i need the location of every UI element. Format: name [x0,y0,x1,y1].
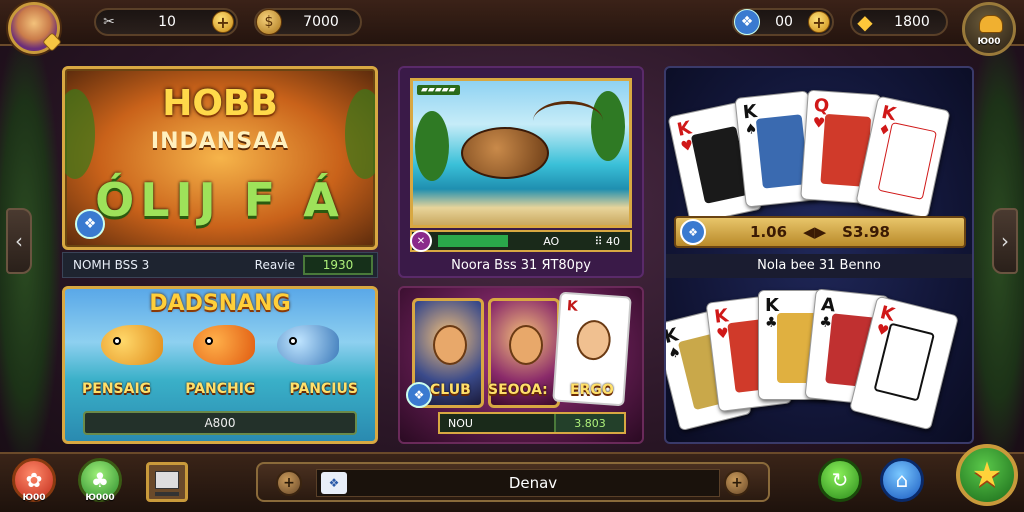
search-value: Denav [508,474,558,492]
scroll-right-button[interactable]: › [992,208,1018,274]
add-right-button[interactable]: + [724,470,750,496]
currency-coin-pill: $ 7000 [254,8,362,36]
bottom-button-green[interactable]: ♣ Ю000 [78,458,122,503]
palm-tree-icon [415,111,449,181]
game-tile-hobb[interactable]: HOBB INDANSAA ÓLIJ F Á ❖ [62,66,378,250]
progress-fill [438,235,508,247]
currency-wrench-pill: ✂ 10 + [94,8,238,36]
scroll-left-button[interactable]: ‹ [6,208,32,274]
game-footer: A800 [83,411,357,435]
star-icon: ★ [971,455,1003,495]
bottom-button-red[interactable]: ✿ Ю00 [12,458,56,503]
currency-gold-value: 1800 [894,14,930,30]
settings-button[interactable]: Ю00 [962,2,1016,56]
game-info-bar-hobb: NOMH BSS 3 Reavie 1930 [62,252,378,278]
footer-value: 3.803 [554,414,624,432]
gold-icon: ◆ [857,10,873,34]
bottom-button-green-label: Ю000 [85,493,115,503]
card-label-1: CLUB [430,382,471,398]
window-icon: ❖ [321,472,347,494]
island-scene: ▰▰▰▰▰ [410,78,632,228]
card-rank: K [765,295,779,316]
game-title-line3: ÓLIJ F Á [95,173,345,227]
footer-left: NOU [448,416,473,430]
bar-left: 1.06 [750,223,788,241]
stat-mid: AO [543,234,560,248]
currency-wrench-value: 10 [158,14,176,30]
fish-name-2: PANCHIG [185,381,256,397]
chest-icon: ✿ [25,468,43,492]
fish-name-1: PENSAIG [82,381,152,397]
game-info-mid: Reavie [254,258,295,272]
badge-icon: ✕ [410,230,432,252]
game-info-value: 1930 [303,255,373,275]
add-gem-button[interactable]: + [808,11,830,33]
refresh-button[interactable]: ↻ [818,458,862,502]
gem-badge-icon: ❖ [406,382,432,408]
settings-label: Ю00 [977,37,1001,47]
fish-icon [277,325,339,365]
horn-icon [461,127,549,179]
island-stat-bar: ✕ AO ⠿ 40 [410,230,632,252]
chevron-right-icon: › [1001,229,1009,253]
game-tile-island[interactable]: ▰▰▰▰▰ ✕ AO ⠿ 40 Noora Bss 31 ЯТ80ру [398,66,644,278]
game-title-line2: INDANSAA [150,129,290,154]
bar-right: S3.98 [842,223,890,241]
scene-tag: ▰▰▰▰▰ [417,85,460,95]
home-button[interactable]: ⌂ [880,458,924,502]
player-avatar[interactable] [8,2,62,54]
gem-icon: ❖ [734,9,760,35]
gem-badge-icon: ❖ [680,219,706,245]
currency-gold-pill: ◆ 1800 [850,8,948,36]
game-tile-fish[interactable]: DADSNANG PENSAIG PANCHIG PANCIUS A800 [62,286,378,444]
game-info-left: NOMH BSS 3 [73,258,150,272]
game-caption: Nola bee 31 Benno [666,254,972,278]
stat-right: ⠿ 40 [594,234,620,248]
computer-button[interactable] [146,462,188,502]
hat-icon [979,15,1003,33]
add-left-button[interactable]: + [276,470,302,496]
double-arrow-icon: ◀▶ [803,223,827,241]
game-title: DADSNANG [149,291,291,316]
fish-icon [101,325,163,365]
game-footer: NOU 3.803 [438,412,626,434]
currency-gem-value: 00 [775,14,793,30]
card-label-2: SEOOA: [488,382,548,398]
chevron-left-icon: ‹ [15,229,23,253]
wrench-icon: ✂ [103,14,115,30]
home-icon: ⌂ [895,468,909,492]
fish-name-3: PANCIUS [289,381,358,397]
game-tile-characters[interactable]: K ❖ CLUB SEOOA: ERGO NOU 3.803 [398,286,644,444]
keyboard-icon [155,492,179,496]
monitor-icon [155,471,179,489]
game-title-line1: HOBB [162,83,278,124]
game-tile-cards[interactable]: K ♥ K ♠ Q ♥ K ♦ ❖ 1.06 ◀▶ S3.98 Nola bee 31 … [664,66,974,444]
fish-icon [193,325,255,365]
clover-icon: ♣ [91,468,109,492]
search-field[interactable]: ❖ Denav [316,469,720,497]
search-bar: + ❖ Denav + [256,462,770,502]
currency-gem-pill: ❖ 00 + [732,8,834,36]
gem-badge-icon: ❖ [75,209,105,239]
coin-icon: $ [256,9,282,35]
card-label-3: ERGO [570,382,614,398]
favorites-star-button[interactable]: ★ [956,444,1018,506]
currency-coin-value: 7000 [303,14,339,30]
refresh-icon: ↻ [831,468,849,492]
card-suit: ♣ [765,315,778,331]
game-caption: Noora Bss 31 ЯТ80ру [451,258,591,273]
bottom-button-red-label: Ю00 [22,493,46,503]
rope-decoration [533,101,603,141]
add-wrench-button[interactable]: + [212,11,234,33]
card-game-bar: ❖ 1.06 ◀▶ S3.98 [674,216,966,248]
